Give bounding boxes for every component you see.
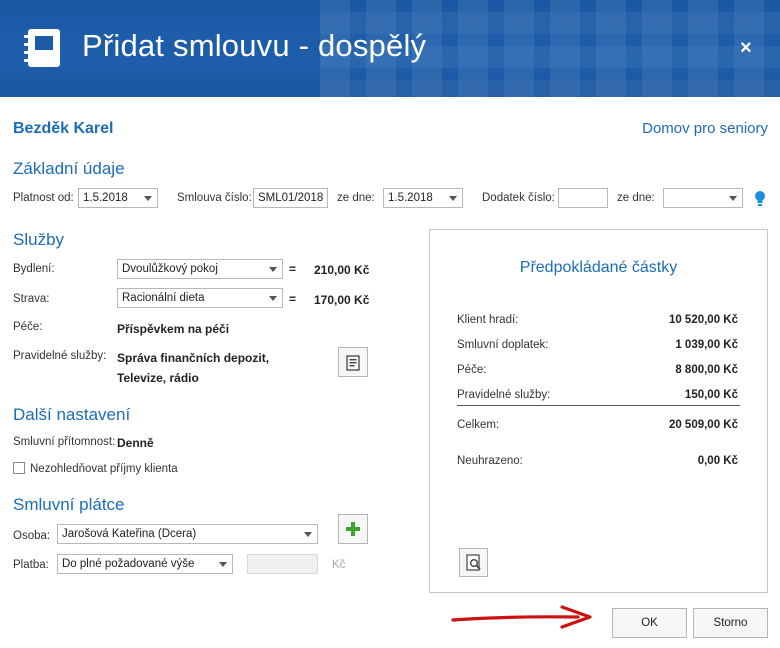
preview-button[interactable] [459,548,488,577]
currency-label: Kč [332,559,346,571]
contract-date-select[interactable]: 1.5.2018 [383,188,463,208]
housing-price: 210,00 Kč [314,263,370,277]
document-search-icon [465,554,481,571]
validity-select[interactable]: 1.5.2018 [78,188,158,208]
chevron-down-icon [269,267,277,272]
add-payer-button[interactable] [338,514,368,544]
facility-name: Domov pro seniory [642,120,768,137]
person-label: Osoba: [13,530,51,542]
summary-row-value: 8 800,00 Kč [675,364,738,376]
summary-unpaid-label: Neuhrazeno: [457,455,523,467]
food-value: Racionální dieta [122,292,205,304]
contract-no-label: Smlouva číslo: [177,192,252,204]
cancel-button[interactable]: Storno [693,608,768,638]
presence-label: Smluvní přítomnost: [13,436,116,448]
contract-notebook-icon [24,29,60,67]
document-list-icon [346,355,360,371]
amendment-input[interactable] [558,188,608,208]
summary-panel [429,229,768,593]
summary-row-label: Klient hradí: [457,314,519,326]
regular-services-label: Pravidelné služby: [13,350,107,362]
edit-services-button[interactable] [338,347,368,377]
summary-row-value: 1 039,00 Kč [675,339,738,351]
plus-icon [346,522,360,536]
food-price: 170,00 Kč [314,293,370,307]
person-value: Jarošová Kateřina (Dcera) [62,528,197,540]
summary-row-label: Smluvní doplatek: [457,339,549,351]
lightbulb-icon[interactable] [754,190,766,207]
presence-value: Denně [117,436,154,450]
chevron-down-icon [269,296,277,301]
ignore-income-checkbox[interactable] [13,462,25,474]
chevron-down-icon [219,562,227,567]
section-services-heading: Služby [13,230,65,249]
close-icon[interactable]: × [740,37,752,60]
contract-date-value: 1.5.2018 [388,192,433,204]
validity-label: Platnost od: [13,192,74,204]
section-more-heading: Další nastavení [13,405,131,424]
section-payer-heading: Smluvní plátce [13,495,125,514]
housing-value: Dvoulůžkový pokoj [122,263,218,275]
care-label: Péče: [13,321,43,333]
housing-equals: = [289,262,297,276]
chevron-down-icon [729,196,737,201]
contract-date-label: ze dne: [337,192,375,204]
summary-unpaid-value: 0,00 Kč [697,455,738,467]
summary-divider [457,405,740,406]
summary-row-value: 10 520,00 Kč [668,314,738,326]
food-label: Strava: [13,293,50,305]
food-select[interactable]: Racionální dieta [117,288,283,308]
amendment-date-label: ze dne: [617,192,655,204]
section-basic-heading: Základní údaje [13,159,125,178]
summary-total-value: 20 509,00 Kč [668,419,738,431]
chevron-down-icon [449,196,457,201]
amendment-label: Dodatek číslo: [482,192,555,204]
chevron-down-icon [304,532,312,537]
summary-row-label: Pravidelné služby: [457,389,551,401]
red-arrow-icon [451,605,592,629]
chevron-down-icon [144,196,152,201]
summary-heading: Předpokládané částky [519,259,678,276]
payment-select[interactable]: Do plné požadované výše [57,554,233,574]
amendment-date-select[interactable] [663,188,743,208]
ok-button[interactable]: OK [612,608,687,638]
dialog-title: Přidat smlouvu - dospělý [82,28,427,63]
summary-total-label: Celkem: [457,419,500,431]
payment-value: Do plné požadované výše [62,558,195,570]
food-equals: = [289,292,297,306]
person-select[interactable]: Jarošová Kateřina (Dcera) [57,524,318,544]
ignore-income-label: Nezohledňovat příjmy klienta [30,463,178,475]
regular-services-value-1: Správa finančních depozit, [117,351,270,365]
regular-services-value-2: Televize, rádio [117,371,199,385]
housing-select[interactable]: Dvoulůžkový pokoj [117,259,283,279]
amount-input[interactable] [247,554,318,574]
payment-label: Platba: [13,559,49,571]
summary-row-value: 150,00 Kč [684,389,738,401]
client-name: Bezděk Karel [13,120,114,137]
contract-no-input[interactable]: SML01/2018 [253,188,328,208]
validity-value: 1.5.2018 [83,192,128,204]
summary-row-label: Péče: [457,364,487,376]
housing-label: Bydlení: [13,263,55,275]
care-value: Příspěvkem na péči [117,322,230,336]
